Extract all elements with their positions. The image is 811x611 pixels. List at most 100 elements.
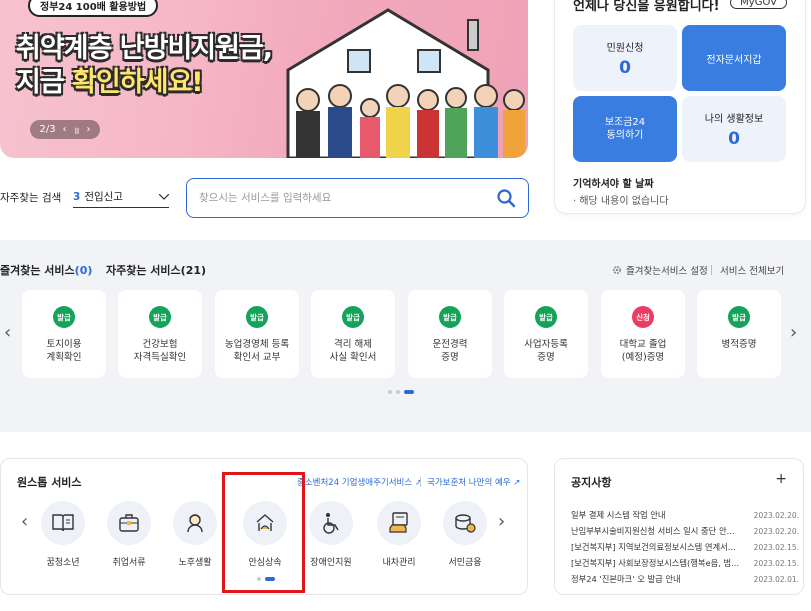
onestop-item[interactable]: 꿈청소년 <box>33 501 93 568</box>
issue-badge: 발급 <box>53 306 75 328</box>
notice-text: [보건복지부] 사회보장정보시스템(행복e음, 범... <box>571 558 740 568</box>
onestop-item[interactable]: 장애인지원 <box>301 501 361 568</box>
search-input[interactable] <box>199 189 479 207</box>
mygov-button[interactable]: MyGOV <box>730 0 787 9</box>
banner-pause-button[interactable]: ॥ <box>74 123 80 137</box>
service-label: 사업자등록 증명 <box>524 339 568 363</box>
tile-label: 보조금24 동의하기 <box>604 117 646 141</box>
tile-label: 나의 생활정보 <box>704 113 764 125</box>
subsidy-consent-tile[interactable]: 보조금24 동의하기 <box>573 96 677 162</box>
service-card[interactable]: 발급건강보험 자격득실확인 <box>118 290 202 378</box>
frequent-search-select[interactable]: 3 전입신고 <box>73 186 169 208</box>
carousel-prev-arrow[interactable]: ‹ <box>4 322 11 343</box>
service-label: 병적증명 <box>721 339 757 350</box>
notice-date: 2023.02.20. <box>753 510 799 520</box>
tile-label: 민원신청 <box>606 42 644 54</box>
issue-badge: 발급 <box>149 306 171 328</box>
service-card[interactable]: 발급병적증명 <box>697 290 781 378</box>
book-icon <box>52 514 74 532</box>
issue-badge: 발급 <box>535 306 557 328</box>
tile-label: 전자문서지갑 <box>706 54 762 66</box>
greeting-text: 언제나 당신을 응원합니다! <box>573 0 720 14</box>
favorite-settings-link[interactable]: 즐겨찾는서비스 설정 <box>612 263 708 277</box>
service-card[interactable]: 신청 대학교 졸업 (예정)증명 <box>601 290 685 378</box>
search-icon[interactable] <box>496 188 516 208</box>
promo-banner[interactable]: 정부24 100배 활용방법 취약계층 난방비지원금, 지금 확인하세요! 2/… <box>0 0 528 158</box>
e-document-wallet-tile[interactable]: 전자문서지갑 <box>682 25 786 91</box>
service-card[interactable]: 발급 격리 해제 사실 확인서 <box>311 290 395 378</box>
onestop-title: 원스톱 서비스 <box>17 476 82 489</box>
civil-application-tile[interactable]: 민원신청 0 <box>573 25 677 91</box>
service-label: 건강보험 자격득실확인 <box>133 339 187 363</box>
car-doc-icon <box>389 512 408 533</box>
notice-text: 일부 결제 시스템 작업 안내 <box>571 510 666 520</box>
tab-count: (21) <box>180 264 207 277</box>
service-label: 격리 해제 사실 확인서 <box>329 339 377 363</box>
onestop-item-label: 장애인지원 <box>310 558 352 568</box>
service-card[interactable]: 발급운전경력 증명 <box>408 290 492 378</box>
onestop-item[interactable]: 취업서류 <box>99 501 159 568</box>
banner-next-button[interactable]: › <box>86 124 90 135</box>
onestop-item[interactable]: 내차관리 <box>369 501 429 568</box>
notice-list: 일부 결제 시스템 작업 안내 2023.02.20. 난임부부시술비지원신청 서… <box>571 507 799 587</box>
banner-page-indicator: 2/3 <box>39 124 56 135</box>
sme-lifecycle-link[interactable]: 중소벤처24 기업생애주기서비스 ↗ <box>297 476 422 488</box>
chevron-down-icon <box>159 193 169 200</box>
notice-text: 난임부부시술비지원신청 서비스 일시 중단 안... <box>571 526 735 536</box>
service-label: 운전경력 증명 <box>432 339 468 363</box>
more-button[interactable]: + <box>775 471 787 487</box>
tab-count: (0) <box>74 264 93 277</box>
notice-item[interactable]: [보건복지부] 지역보건의료정보시스템 연계서... 2023.02.15. <box>571 539 799 555</box>
notice-text: 정부24 '진본마크' 오 발급 안내 <box>571 574 681 584</box>
gear-icon <box>612 265 622 275</box>
banner-title-rest: 확인하세요! <box>63 67 204 98</box>
search-box <box>186 178 529 218</box>
notice-item[interactable]: 난임부부시술비지원신청 서비스 일시 중단 안... 2023.02.20. <box>571 523 799 539</box>
service-card[interactable]: 발급농업경영체 등록 확인서 교부 <box>215 290 299 378</box>
notice-text: [보건복지부] 지역보건의료정보시스템 연계서... <box>571 542 736 552</box>
onestop-item-label: 취업서류 <box>112 558 146 568</box>
onestop-next-arrow[interactable]: › <box>498 511 505 532</box>
service-label: 대학교 졸업 (예정)증명 <box>619 339 667 363</box>
elder-icon <box>187 514 203 533</box>
onestop-item-label: 내차관리 <box>382 558 416 568</box>
banner-prev-button[interactable]: ‹ <box>63 124 67 135</box>
banner-title-highlight: 지금 <box>16 67 65 98</box>
carousel-next-arrow[interactable]: › <box>790 322 797 343</box>
remind-text: · 해당 내용이 없습니다 <box>573 196 669 207</box>
service-card[interactable]: 발급 토지이용 계획확인 <box>22 290 106 378</box>
onestop-prev-arrow[interactable]: ‹ <box>21 511 28 532</box>
onestop-item-label: 꿈청소년 <box>46 558 80 568</box>
remind-title: 기억하셔야 할 날짜 <box>573 179 654 190</box>
user-panel: 언제나 당신을 응원합니다! MyGOV 민원신청 0 전자문서지갑 보조금24… <box>554 0 806 214</box>
notice-date: 2023.02.15. <box>753 542 799 552</box>
notice-item[interactable]: 일부 결제 시스템 작업 안내 2023.02.20. <box>571 507 799 523</box>
briefcase-icon <box>119 514 139 532</box>
highlight-box <box>222 472 305 593</box>
notice-date: 2023.02.20. <box>753 526 799 536</box>
veterans-link[interactable]: 국가보훈처 나만의 예우 ↗ <box>427 476 520 488</box>
tab-frequent-services[interactable]: 자주찾는 서비스(21) <box>106 262 206 278</box>
select-value: 전입신고 <box>84 191 123 203</box>
my-life-info-tile[interactable]: 나의 생활정보 0 <box>682 96 786 162</box>
banner-tag: 정부24 100배 활용방법 <box>28 0 159 17</box>
issue-badge: 발급 <box>439 306 461 328</box>
all-services-link[interactable]: 서비스 전체보기 <box>720 263 784 277</box>
issue-badge: 발급 <box>728 306 750 328</box>
onestop-item[interactable]: 노후생활 <box>165 501 225 568</box>
settings-label: 즐겨찾는서비스 설정 <box>626 266 708 277</box>
banner-illustration <box>286 8 525 158</box>
onestop-item[interactable]: 서민금융 <box>435 501 495 568</box>
banner-title-line2: 지금 확인하세요! <box>16 60 204 99</box>
tile-count: 0 <box>619 57 631 78</box>
notice-item[interactable]: [보건복지부] 사회보장정보시스템(행복e음, 범... 2023.02.15. <box>571 555 799 571</box>
service-card[interactable]: 발급사업자등록 증명 <box>504 290 588 378</box>
notice-title: 공지사항 <box>571 476 612 489</box>
notice-item[interactable]: 정부24 '진본마크' 오 발급 안내 2023.02.01. <box>571 571 799 587</box>
tile-count: 0 <box>728 128 740 149</box>
carousel-dots[interactable] <box>388 390 414 394</box>
tab-favorite-services[interactable]: 즐겨찾는 서비스(0) <box>0 262 92 278</box>
divider <box>420 477 421 487</box>
service-label: 농업경영체 등록 확인서 교부 <box>224 339 290 363</box>
issue-badge: 발급 <box>246 306 268 328</box>
